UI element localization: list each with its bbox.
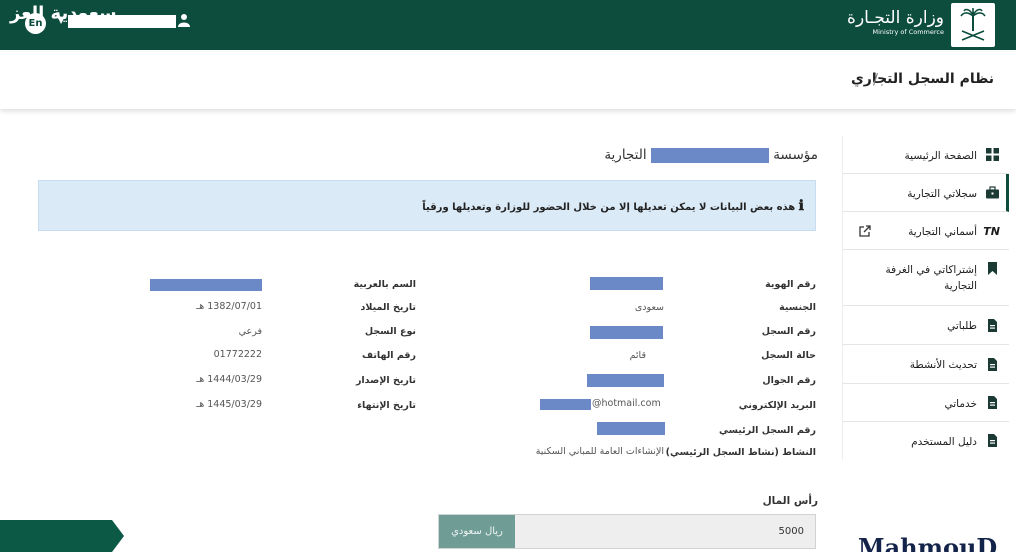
redacted-record-number [590,326,663,339]
redacted-arabic-name [150,279,262,291]
field-value-phone: 01772222 [213,349,262,360]
info-notice: ℹ هذه بعض البيانات لا يمكن تعديلها إلا م… [38,180,816,231]
redacted-main-record [597,422,665,435]
redacted-id-number [590,277,663,290]
establishment-name: مؤسسة التجارية [604,147,818,163]
field-label-record-number: رقم السجل [761,326,816,337]
sidebar-item-chamber-subscriptions[interactable]: إشتراكاتي في الغرفة التجارية [843,250,1009,306]
sidebar-item-label: دليل المستخدم [911,436,977,448]
sidebar-item-my-services[interactable]: خدماتي [843,384,1009,422]
grid-icon [986,148,999,161]
field-label-main-record: رقم السجل الرئيسي [718,425,816,436]
establishment-prefix: مؤسسة [773,147,818,163]
ministry-logo [951,3,995,47]
sidebar-item-label: سجلاتي التجارية [907,188,977,200]
user-icon[interactable] [178,13,190,27]
channel-badge-text: سعودية العز [10,3,117,24]
info-icon: ℹ [798,198,804,214]
page-title-bar: نظام السجل التجاري / [0,52,1016,109]
info-notice-text: ℹ هذه بعض البيانات لا يمكن تعديلها إلا م… [422,198,804,214]
field-label-record-type: نوع السجل [364,326,416,337]
ministry-name-ar: وزارة التجـارة [847,8,944,28]
capital-input[interactable] [515,515,815,548]
sidebar-item-home[interactable]: الصفحة الرئيسية [843,136,1009,174]
field-value-record-type: فرعي [238,326,262,337]
field-label-issue-date: تاريخ الإصدار [355,375,416,386]
field-value-record-status: قائم [629,350,646,361]
document-icon [988,319,997,332]
field-value-expiry-date: 1445/03/29 هـ [196,399,262,410]
field-value-nationality: سعودى [634,302,664,313]
top-header: En ▼ وزارة التجـارة Ministry of Commerce [0,0,1016,50]
field-label-id-number: رقم الهوية [765,279,816,290]
sidebar-item-my-records[interactable]: سجلاتي التجارية [843,174,1009,212]
document-icon [988,396,997,409]
sidebar-item-trade-names[interactable]: TN أسماني التجارية [843,212,1009,250]
sidebar-item-update-activities[interactable]: تحديث الأنشطة [843,345,1009,384]
sidebar-item-label: إشتراكاتي في الغرفة التجارية [885,264,977,292]
palm-swords-emblem-icon [960,8,986,41]
capital-input-group: ريال سعودي [438,514,816,549]
sidebar-item-user-guide[interactable]: دليل المستخدم [843,422,1009,460]
capital-label: رأس المال [762,495,818,507]
field-value-issue-date: 1444/03/29 هـ [196,374,262,385]
redacted-mobile [587,374,664,387]
document-icon [988,434,997,447]
briefcase-icon [986,186,999,199]
ministry-name-en: Ministry of Commerce [872,28,944,36]
field-label-nationality: الجنسية [779,302,816,313]
sidebar-item-label: خدماتي [944,398,978,410]
sidebar-item-label: طلباتي [947,320,977,332]
field-label-record-status: حالة السجل [761,350,816,361]
sidebar-item-label: تحديث الأنشطة [909,359,977,371]
external-link-icon[interactable] [859,225,871,237]
sidebar-item-label: الصفحة الرئيسية [904,150,977,162]
establishment-suffix: التجارية [604,147,647,163]
redacted-email-user [540,399,591,410]
field-label-phone: رقم الهاتف [362,350,416,361]
field-label-expiry-date: تاريخ الإنتهاء [357,400,416,411]
field-label-email: البريد الإلكتروني [738,400,816,411]
field-label-birth-date: تاريخ الميلاد [360,302,416,313]
watermark-text: MahmouD [858,533,998,552]
field-label-activity: النشاط (نشاط السجل الرئيسي) [665,447,816,458]
sidebar-item-my-requests[interactable]: طلباتي [843,306,1009,345]
field-value-activity: الإنشاءات العامة للمباني السكنية [535,446,664,457]
redacted-name [650,147,769,163]
field-label-arabic-name: السم بالعربية [353,279,416,290]
bookmark-icon [988,262,997,275]
document-icon [988,358,997,371]
currency-addon: ريال سعودي [439,515,515,548]
channel-badge [0,520,124,552]
notice-message: هذه بعض البيانات لا يمكن تعديلها إلا من … [422,202,796,213]
field-value-birth-date: 1382/07/01 هـ [196,301,262,312]
field-label-mobile: رقم الجوال [762,375,816,386]
tn-icon: TN [983,225,1000,238]
field-value-email-domain: @hotmail.com [592,398,661,409]
sidebar-item-label: أسماني التجارية [908,226,977,238]
sidebar-nav: الصفحة الرئيسية سجلاتي التجارية TN أسمان… [842,136,1009,460]
breadcrumb-separator: / [872,70,878,88]
